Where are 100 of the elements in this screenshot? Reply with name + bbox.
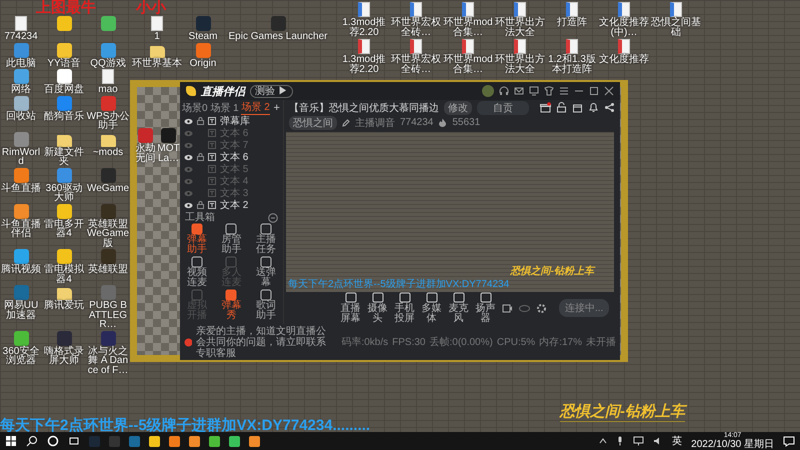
lock-icon[interactable] <box>197 153 204 161</box>
room-name-field[interactable]: 恐惧之间 <box>289 116 337 130</box>
mode-button[interactable]: 测验 ▶ <box>250 84 293 98</box>
menu-icon[interactable] <box>559 86 569 96</box>
tool-button[interactable]: 视频连麦 <box>180 256 214 288</box>
folder-icon[interactable] <box>100 134 116 146</box>
scene-tab[interactable]: 场景0 <box>182 100 208 114</box>
document-icon[interactable] <box>618 2 630 17</box>
category-field[interactable]: 自贡 <box>477 100 529 114</box>
document-icon[interactable] <box>358 2 370 17</box>
app-icon[interactable] <box>56 42 72 58</box>
source-icon <box>480 292 492 304</box>
app-icon[interactable] <box>56 16 72 31</box>
app-icon[interactable] <box>14 204 28 218</box>
source-button[interactable]: 直播屏幕 <box>340 292 361 324</box>
pdf-icon[interactable] <box>410 39 422 54</box>
tool-button[interactable]: 歌词助手 <box>248 289 283 321</box>
monitor-icon[interactable] <box>529 86 539 96</box>
app-icon[interactable] <box>100 16 116 31</box>
icon-label: 文化度推荐(中)… <box>598 18 650 37</box>
document-icon[interactable] <box>462 2 474 17</box>
taskbar-app-icon[interactable] <box>189 436 200 446</box>
tool-button[interactable]: 送弹幕 <box>248 256 283 288</box>
share-icon[interactable] <box>604 102 615 113</box>
folder-icon[interactable] <box>56 134 72 146</box>
pdf-icon[interactable] <box>462 39 474 54</box>
unlock-icon[interactable] <box>556 102 567 113</box>
app-icon[interactable] <box>56 69 72 84</box>
search-icon[interactable] <box>26 435 38 447</box>
source-button[interactable]: 摄像头 <box>367 292 388 324</box>
task-view-icon[interactable] <box>68 435 80 447</box>
edit-button[interactable]: 修改 <box>444 100 472 114</box>
pencil-icon[interactable] <box>342 118 350 126</box>
pdf-icon[interactable] <box>514 39 526 54</box>
source-icon <box>426 292 438 304</box>
collapse-icon[interactable] <box>268 212 278 222</box>
icon-label: 腾讯爱玩 <box>44 301 84 310</box>
source-button[interactable]: 扬声器 <box>475 292 496 324</box>
lock-icon[interactable] <box>197 117 204 125</box>
tool-button[interactable]: 弹幕助手 <box>180 223 214 255</box>
pdf-icon[interactable] <box>566 39 578 54</box>
app-icon[interactable] <box>14 330 28 346</box>
folder-icon[interactable] <box>56 288 72 300</box>
source-button[interactable]: 手机投屏 <box>394 292 415 324</box>
document-icon[interactable] <box>410 2 422 17</box>
eye-icon[interactable] <box>184 202 193 208</box>
app-icon[interactable] <box>161 128 176 143</box>
bell-icon[interactable] <box>588 102 599 113</box>
folder-icon[interactable] <box>150 46 164 58</box>
chevron-up-icon[interactable] <box>599 437 608 445</box>
record-icon[interactable] <box>502 302 513 314</box>
source-button[interactable]: 多媒体 <box>421 292 442 324</box>
app-icon[interactable] <box>56 249 72 264</box>
shop-icon[interactable] <box>572 102 583 113</box>
bird-logo-icon <box>186 86 196 96</box>
icon-label: 回收站 <box>6 112 36 121</box>
taskbar-app-icon[interactable] <box>149 436 160 446</box>
taskbar-app-icon[interactable] <box>209 436 220 446</box>
maximize-icon[interactable] <box>589 86 599 96</box>
circle-icon[interactable] <box>47 435 59 447</box>
app-icon[interactable] <box>14 96 28 110</box>
icon-label: 英雄联盟WeGame版 <box>86 220 130 248</box>
lock-icon[interactable] <box>197 201 204 209</box>
taskbar-app-icon[interactable] <box>229 436 240 446</box>
notification-icon[interactable] <box>783 435 795 447</box>
eye-icon[interactable] <box>184 118 193 124</box>
tool-button[interactable]: 弹幕秀 <box>214 289 249 321</box>
shirt-icon[interactable] <box>544 86 554 96</box>
avatar[interactable] <box>482 85 494 97</box>
microphone-icon[interactable] <box>616 436 624 446</box>
app-icon[interactable] <box>56 204 72 218</box>
pdf-icon[interactable] <box>358 39 370 54</box>
taskbar-app-icon[interactable] <box>249 436 260 446</box>
layer-name[interactable]: 文本 2 <box>220 200 248 210</box>
pdf-icon[interactable] <box>618 39 630 54</box>
scene-tab[interactable]: 场景 2 <box>241 100 270 115</box>
close-icon[interactable] <box>604 86 614 96</box>
layer-name[interactable]: 文本 6 <box>220 152 248 162</box>
icon-label: 774234 <box>4 32 38 42</box>
tool-button[interactable]: 主播任务 <box>248 223 283 255</box>
document-icon[interactable] <box>566 2 578 17</box>
layer-name[interactable]: 弹幕库 <box>220 116 250 126</box>
document-icon[interactable] <box>514 2 526 17</box>
document-icon[interactable] <box>670 2 682 17</box>
headset-icon[interactable] <box>499 86 509 96</box>
source-button[interactable]: 麦克风 <box>448 292 469 324</box>
text-layer-icon <box>208 189 216 197</box>
icon-label: 打造阵 <box>557 18 587 28</box>
tool-button[interactable]: 房管助手 <box>214 223 249 255</box>
scene-tab[interactable]: 场景 1 <box>210 100 239 114</box>
eye-icon[interactable] <box>184 154 193 160</box>
app-icon[interactable] <box>100 42 116 58</box>
input-method-indicator[interactable]: 英 <box>672 434 682 448</box>
gift-icon[interactable] <box>540 102 551 113</box>
mail-icon[interactable] <box>514 86 524 96</box>
clock-date[interactable]: 2022/10/30 星期日 <box>691 440 774 450</box>
taskbar-app-icon[interactable] <box>169 436 180 446</box>
windows-start-icon[interactable] <box>5 435 17 447</box>
icon-label: 嗨格式录屏大师 <box>43 346 85 366</box>
add-scene-button[interactable]: + <box>272 102 281 114</box>
